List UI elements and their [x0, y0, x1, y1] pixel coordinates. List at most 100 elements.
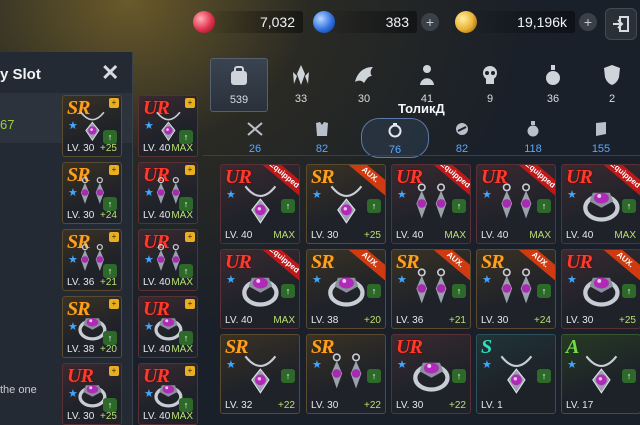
item-level: LV. 40: [225, 315, 253, 326]
item-card[interactable]: UR ★ ↑ LV. 40 MAX Equipped: [476, 164, 556, 244]
item-card[interactable]: UR ★ ↑ LV. 40 MAX +: [138, 162, 198, 224]
item-card[interactable]: UR ★ ↑ LV. 40 MAX Equipped: [220, 249, 300, 329]
wing-icon: [355, 67, 373, 83]
item-level: LV. 30: [67, 210, 95, 221]
earring-icon: [408, 267, 455, 310]
item-card[interactable]: SR ★ ↑ LV. 32 +22: [220, 334, 300, 414]
upgrade-arrow-icon: ↑: [179, 130, 193, 144]
item-enhance: +25: [100, 143, 117, 154]
star-icon: ★: [226, 189, 236, 201]
item-enhance: MAX: [614, 230, 636, 241]
item-level: LV. 40: [143, 210, 171, 221]
item-card[interactable]: SR ★ ↑ LV. 38 +20 +: [62, 296, 122, 358]
earring-icon: [493, 182, 540, 225]
lock-badge-icon: +: [185, 299, 195, 309]
lock-badge-icon: +: [185, 98, 195, 108]
item-level: LV. 17: [566, 400, 594, 411]
item-grade: A: [566, 336, 579, 358]
item-card[interactable]: SR ★ ↑ LV. 36 +21 AUX.: [391, 249, 471, 329]
upgrade-arrow-icon: ↑: [452, 199, 466, 213]
slot-panel-description: the one: [0, 384, 37, 396]
equipment-subtabs: 26 82 76 82 118 155: [215, 118, 635, 158]
blue-gem-value: 383: [331, 11, 417, 33]
item-card[interactable]: UR ★ ↑ LV. 40 MAX +: [138, 229, 198, 291]
tab-bag[interactable]: 539: [210, 58, 268, 112]
lock-badge-icon: +: [185, 232, 195, 242]
flask-icon: [527, 121, 539, 137]
lock-badge-icon: +: [185, 165, 195, 175]
upgrade-arrow-icon: ↑: [281, 199, 295, 213]
item-enhance: +21: [449, 315, 466, 326]
star-icon: ★: [397, 189, 407, 201]
item-level: LV. 40: [143, 277, 171, 288]
close-icon[interactable]: ✕: [101, 60, 119, 86]
tab-wing[interactable]: 30: [336, 58, 392, 110]
subtab-orb[interactable]: 82: [432, 118, 492, 156]
tab-crystal[interactable]: 33: [273, 58, 329, 110]
item-enhance: +22: [278, 400, 295, 411]
item-card[interactable]: SR ★ ↑ LV. 30 +24 +: [62, 162, 122, 224]
add-blue-gem-button[interactable]: +: [421, 13, 439, 31]
upgrade-arrow-icon: ↑: [179, 197, 193, 211]
star-icon: ★: [312, 274, 322, 286]
item-level: LV. 38: [311, 315, 339, 326]
ring-icon: [323, 267, 370, 310]
item-enhance: MAX: [171, 210, 193, 221]
item-card[interactable]: SR ★ ↑ LV. 30 +25 +: [62, 95, 122, 157]
subtab-flask[interactable]: 118: [503, 118, 563, 156]
item-card[interactable]: UR ★ ↑ LV. 40 MAX Equipped: [391, 164, 471, 244]
item-card[interactable]: UR ★ ↑ LV. 30 +22: [391, 334, 471, 414]
item-level: LV. 40: [143, 411, 171, 422]
item-card[interactable]: UR ★ ↑ LV. 40 MAX Equipped: [561, 164, 640, 244]
star-icon: ★: [482, 189, 492, 201]
tab-count: 33: [294, 93, 308, 105]
item-enhance: MAX: [171, 277, 193, 288]
earring-icon: [323, 352, 370, 395]
subtab-book[interactable]: 155: [571, 118, 631, 156]
add-gold-button[interactable]: +: [579, 13, 597, 31]
item-card[interactable]: SR ★ ↑ LV. 38 +20 AUX.: [306, 249, 386, 329]
necklace-icon: [578, 352, 625, 395]
item-card[interactable]: SR ★ ↑ LV. 30 +25 AUX.: [306, 164, 386, 244]
exit-button[interactable]: [605, 8, 637, 40]
lock-badge-icon: +: [185, 366, 195, 376]
item-level: LV. 40: [396, 230, 424, 241]
figure-icon: [420, 65, 434, 85]
potion-icon: [546, 65, 560, 85]
item-card[interactable]: UR ★ ↑ LV. 30 +25 AUX.: [561, 249, 640, 329]
item-level: LV. 40: [481, 230, 509, 241]
necklace-icon: [237, 182, 284, 225]
item-card[interactable]: A ★ ↑ LV. 17: [561, 334, 640, 414]
item-card[interactable]: UR ★ ↑ LV. 40 MAX Equipped: [220, 164, 300, 244]
item-card[interactable]: SR ★ ↑ LV. 36 +21 +: [62, 229, 122, 291]
item-level: LV. 36: [67, 277, 95, 288]
item-card[interactable]: SR ★ ↑ LV. 30 +22: [306, 334, 386, 414]
item-card[interactable]: UR ★ ↑ LV. 40 MAX +: [138, 296, 198, 358]
item-card[interactable]: UR ★ ↑ LV. 40 MAX +: [138, 363, 198, 425]
subtab-armor[interactable]: 82: [292, 118, 352, 156]
item-level: LV. 30: [311, 230, 339, 241]
tab-shield[interactable]: 2: [586, 58, 638, 110]
upgrade-arrow-icon: ↑: [537, 199, 551, 213]
subtab-ring[interactable]: 76: [361, 118, 429, 158]
tab-skull[interactable]: 9: [462, 58, 518, 110]
item-card[interactable]: S ★ ↑ LV. 1: [476, 334, 556, 414]
item-card[interactable]: SR ★ ↑ LV. 30 +24 AUX.: [476, 249, 556, 329]
ring-icon: [237, 267, 284, 310]
star-icon: ★: [397, 359, 407, 371]
item-enhance: MAX: [273, 230, 295, 241]
subtab-weapon[interactable]: 26: [225, 118, 285, 156]
upgrade-arrow-icon: ↑: [103, 398, 117, 412]
item-level: LV. 38: [67, 344, 95, 355]
item-enhance: +24: [100, 210, 117, 221]
upgrade-arrow-icon: ↑: [103, 264, 117, 278]
tab-potion[interactable]: 36: [525, 58, 581, 110]
exit-icon: [613, 16, 629, 32]
item-card[interactable]: UR ★ ↑ LV. 30 +25 +: [62, 363, 122, 425]
star-icon: ★: [482, 359, 492, 371]
slot-panel-title: y Slot: [0, 66, 41, 83]
upgrade-arrow-icon: ↑: [103, 197, 117, 211]
item-card[interactable]: UR ★ ↑ LV. 40 MAX +: [138, 95, 198, 157]
item-enhance: MAX: [444, 230, 466, 241]
star-icon: ★: [567, 359, 577, 371]
